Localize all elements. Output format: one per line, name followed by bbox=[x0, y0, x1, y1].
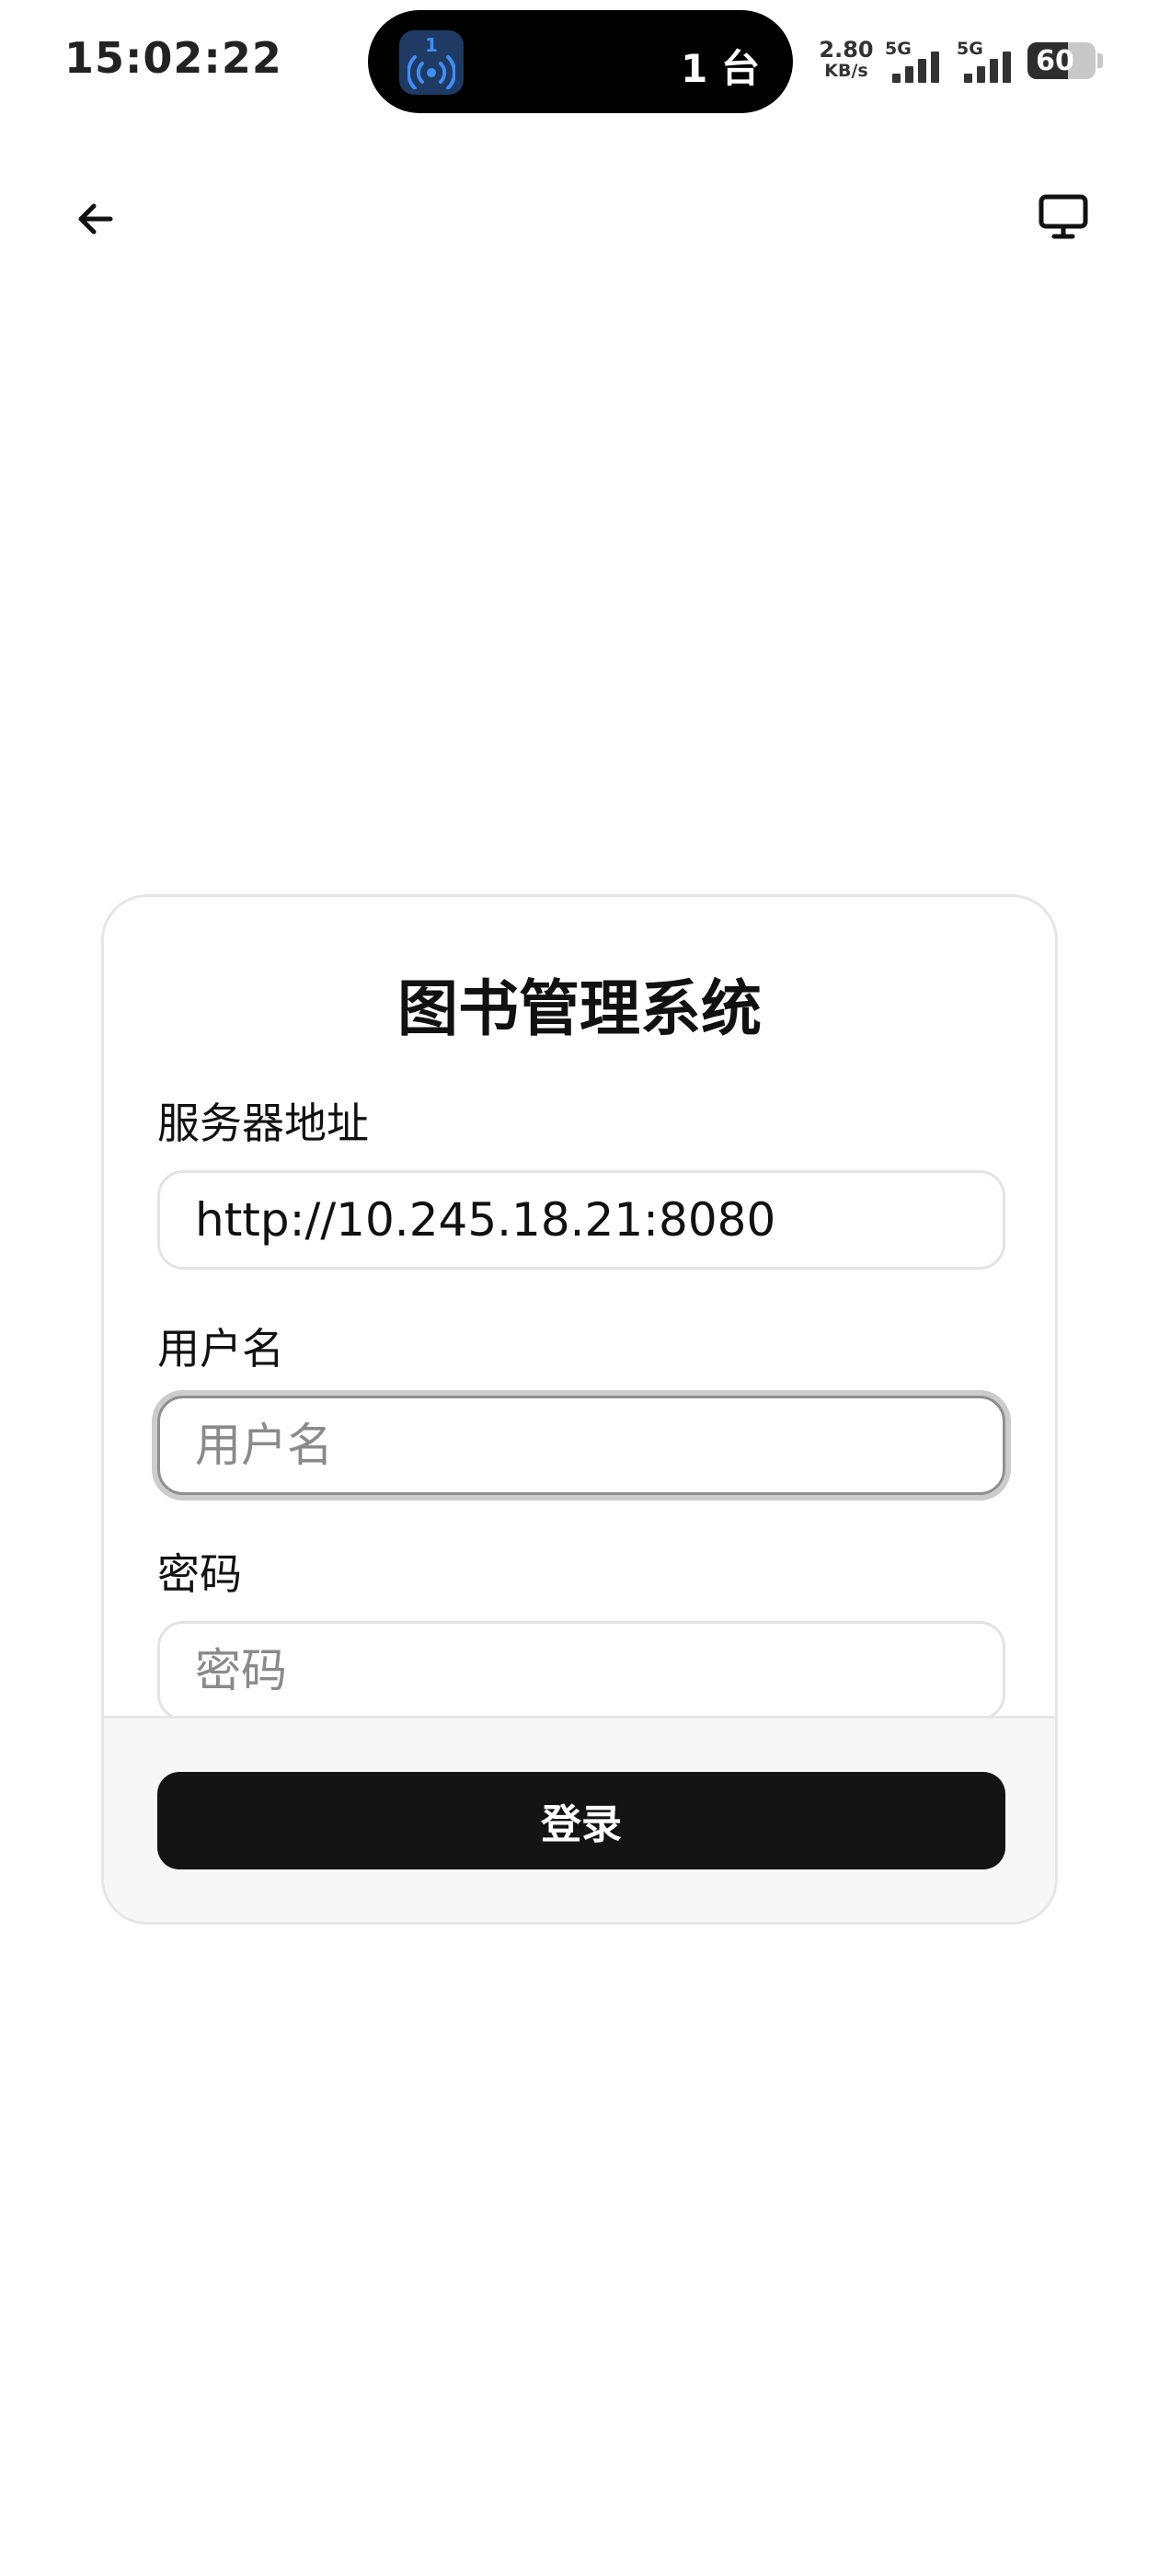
arrow-left-icon bbox=[78, 203, 113, 235]
monitor-icon bbox=[1039, 194, 1088, 239]
password-label: 密码 bbox=[157, 1549, 242, 1599]
username-label: 用户名 bbox=[157, 1324, 284, 1374]
login-screen: 15:02:22 1 1 台 2.80 KB/s 5G 5G 60 图书管理系统… bbox=[0, 0, 1159, 2576]
status-time: 15:02:22 bbox=[64, 33, 282, 83]
network-speed: 2.80 KB/s bbox=[818, 39, 875, 80]
signal-sim1-icon: 5G bbox=[885, 39, 951, 83]
server-address-input[interactable] bbox=[157, 1170, 1005, 1270]
dynamic-island[interactable]: 1 1 台 bbox=[368, 10, 793, 113]
server-address-label: 服务器地址 bbox=[157, 1098, 369, 1148]
island-device-count: 1 台 bbox=[681, 46, 760, 91]
network-speed-unit: KB/s bbox=[824, 61, 868, 81]
username-input[interactable] bbox=[157, 1396, 1005, 1495]
desktop-mode-button[interactable] bbox=[1027, 180, 1100, 254]
login-button[interactable]: 登录 bbox=[157, 1772, 1005, 1869]
battery-icon: 60 bbox=[1027, 42, 1096, 79]
hotspot-app-icon: 1 bbox=[399, 30, 464, 95]
broadcast-icon bbox=[407, 55, 455, 89]
battery-level: 60 bbox=[1036, 45, 1074, 77]
network-speed-value: 2.80 bbox=[819, 37, 874, 63]
battery-tip bbox=[1097, 53, 1103, 68]
login-card: 图书管理系统 服务器地址 用户名 密码 登录 bbox=[101, 894, 1058, 1925]
card-footer: 登录 bbox=[104, 1716, 1055, 1922]
back-button[interactable] bbox=[59, 182, 132, 256]
page-title: 图书管理系统 bbox=[397, 973, 762, 1044]
signal-sim2-icon: 5G bbox=[957, 39, 1023, 83]
password-input[interactable] bbox=[157, 1621, 1005, 1720]
